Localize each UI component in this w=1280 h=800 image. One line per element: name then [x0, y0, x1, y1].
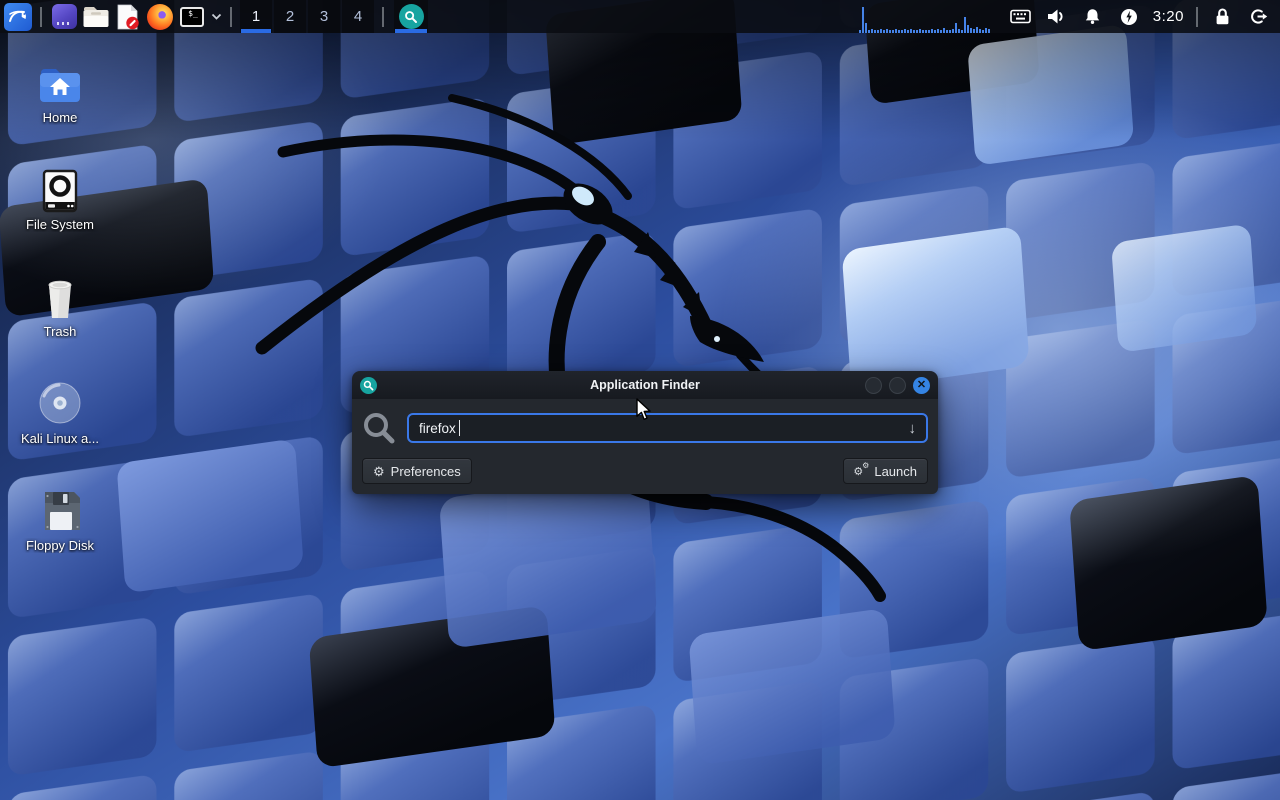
desktop-icon-floppy-disk[interactable]: Floppy Disk	[12, 486, 108, 553]
volume-button[interactable]	[1043, 0, 1071, 33]
power-manager-button[interactable]	[1115, 0, 1143, 33]
clock-text: 3:20	[1153, 8, 1184, 25]
home-folder-icon	[36, 62, 84, 106]
workspace-2[interactable]: 2	[274, 0, 306, 33]
panel-separator	[1196, 7, 1198, 27]
floppy-disk-icon	[37, 488, 83, 534]
window-title: Application Finder	[352, 378, 938, 392]
console-app-icon	[52, 4, 77, 29]
bell-icon	[1084, 8, 1101, 25]
application-finder-window-icon	[360, 377, 377, 394]
power-battery-icon	[1120, 8, 1138, 26]
search-icon	[362, 411, 396, 445]
close-button[interactable]: ✕	[913, 377, 930, 394]
workspace-4-label: 4	[354, 8, 362, 25]
trash-icon	[36, 274, 84, 320]
panel-separator	[40, 7, 42, 27]
workspace-3-label: 3	[320, 8, 328, 25]
desktop-icon-home[interactable]: Home	[12, 58, 108, 125]
panel-separator	[230, 7, 232, 27]
application-finder-taskbar-button[interactable]	[394, 0, 428, 33]
text-editor-icon	[116, 4, 140, 30]
desktop-root: $_ 1 2 3 4	[0, 0, 1280, 800]
kali-logo-icon	[4, 3, 32, 31]
application-finder-window: Application Finder ✕ firefox ↓	[352, 371, 938, 492]
cpu-graph[interactable]	[859, 0, 993, 33]
applications-menu-button[interactable]	[2, 0, 34, 33]
workspace-1[interactable]: 1	[240, 0, 272, 33]
history-dropdown-arrow-icon[interactable]: ↓	[909, 420, 917, 437]
launch-button[interactable]: ⚙ ⚙ Launch	[843, 458, 928, 484]
top-panel: $_ 1 2 3 4	[0, 0, 1280, 33]
application-finder-icon	[399, 4, 424, 29]
desktop-icon-trash[interactable]: Trash	[12, 272, 108, 339]
search-input[interactable]: firefox ↓	[407, 413, 928, 443]
lock-icon	[1214, 7, 1231, 26]
minimize-button[interactable]	[865, 377, 882, 394]
window-titlebar[interactable]: Application Finder ✕	[352, 371, 938, 399]
launch-gears-icon: ⚙ ⚙	[854, 464, 868, 478]
desktop-icon-label: File System	[12, 217, 108, 232]
mouse-cursor	[636, 398, 653, 422]
workspace-4[interactable]: 4	[342, 0, 374, 33]
workspace-1-label: 1	[252, 8, 260, 25]
workspace-3[interactable]: 3	[308, 0, 340, 33]
firefox-launcher-button[interactable]	[144, 0, 176, 33]
desktop-icon-label: Trash	[12, 324, 108, 339]
preferences-button[interactable]: ⚙ Preferences	[362, 458, 472, 484]
hard-drive-icon	[38, 169, 82, 213]
workspace-2-label: 2	[286, 8, 294, 25]
lock-screen-button[interactable]	[1208, 0, 1236, 33]
notifications-button[interactable]	[1079, 0, 1107, 33]
desktop-icon-file-system[interactable]: File System	[12, 165, 108, 232]
logout-button[interactable]	[1244, 0, 1272, 33]
cd-disc-icon	[36, 379, 84, 427]
logout-icon	[1249, 8, 1268, 25]
panel-separator	[382, 7, 384, 27]
volume-icon	[1047, 8, 1066, 25]
desktop-icon-label: Home	[12, 110, 108, 125]
chevron-down-icon	[211, 13, 222, 21]
launch-button-label: Launch	[874, 464, 917, 479]
workspace-switcher: 1 2 3 4	[240, 0, 374, 33]
file-manager-icon	[83, 6, 109, 28]
terminal-icon: $_	[180, 7, 204, 27]
preferences-button-label: Preferences	[391, 464, 461, 479]
firefox-icon	[147, 4, 173, 30]
search-input-value: firefox	[419, 421, 456, 436]
text-caret	[459, 420, 460, 436]
clock-button[interactable]: 3:20	[1147, 0, 1190, 33]
file-manager-launcher-button[interactable]	[80, 0, 112, 33]
maximize-button[interactable]	[889, 377, 906, 394]
keyboard-icon	[1010, 9, 1031, 24]
console-launcher-button[interactable]	[48, 0, 80, 33]
desktop-icon-label: Floppy Disk	[12, 538, 108, 553]
keyboard-layout-button[interactable]	[1007, 0, 1035, 33]
desktop-icon-kali-docs[interactable]: Kali Linux a...	[12, 379, 108, 446]
terminal-dropdown-button[interactable]	[208, 0, 224, 33]
gear-icon: ⚙	[373, 465, 385, 478]
terminal-launcher-button[interactable]: $_	[176, 0, 208, 33]
desktop-icon-label: Kali Linux a...	[12, 431, 108, 446]
text-editor-launcher-button[interactable]	[112, 0, 144, 33]
